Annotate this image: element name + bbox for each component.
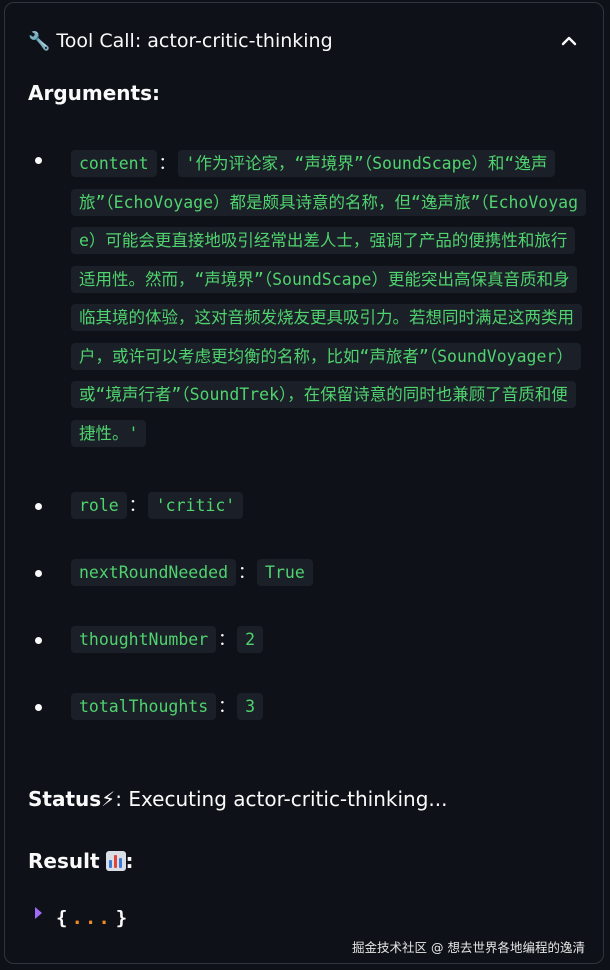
arguments-list: content： '作为评论家，“声境界”（SoundScape）和“逸声旅”（E… <box>5 145 605 722</box>
argument-key: content <box>71 150 157 177</box>
tool-call-panel: 🔧 Tool Call: actor-critic-thinking Argum… <box>4 2 604 964</box>
argument-value: 'critic' <box>147 492 244 519</box>
argument-colon: ： <box>218 697 236 717</box>
chevron-up-icon <box>561 36 577 46</box>
tool-call-header[interactable]: 🔧 Tool Call: actor-critic-thinking <box>28 27 333 55</box>
watermark: 掘金技术社区 @ 想去世界各地编程的逸清 <box>352 940 585 955</box>
result-label: Result <box>28 849 100 873</box>
lightning-icon: ⚡ <box>101 787 116 811</box>
argument-value: 2 <box>237 626 264 653</box>
argument-colon: ： <box>128 496 146 516</box>
list-bullet <box>35 503 42 510</box>
wrench-icon: 🔧 <box>28 30 51 52</box>
json-close-brace: } <box>115 907 128 929</box>
argument-key: totalThoughts <box>71 693 217 720</box>
arguments-heading: Arguments: <box>28 81 161 105</box>
argument-value: True <box>257 559 313 586</box>
argument-value: 3 <box>237 693 264 720</box>
result-heading: Result : <box>28 849 134 873</box>
list-bullet <box>35 570 42 577</box>
collapse-button[interactable] <box>557 29 581 53</box>
json-open-brace: { <box>56 907 68 929</box>
argument-key: nextRoundNeeded <box>71 559 237 586</box>
argument-colon: ： <box>238 563 256 583</box>
argument-item-role: role：'critic' <box>5 491 605 521</box>
argument-item-thought-number: thoughtNumber： 2 <box>5 625 605 655</box>
list-bullet <box>35 704 42 711</box>
result-suffix: : <box>125 849 134 873</box>
status-label: Status <box>28 787 102 811</box>
argument-colon: ： <box>158 154 176 174</box>
argument-colon: ： <box>218 630 236 650</box>
argument-item-total-thoughts: totalThoughts： 3 <box>5 692 605 722</box>
json-expand-toggle[interactable]: { ... } <box>35 907 127 929</box>
tool-call-title: Tool Call: actor-critic-thinking <box>56 30 333 52</box>
list-bullet <box>35 637 42 644</box>
status-text: : Executing actor-critic-thinking... <box>115 787 448 811</box>
caret-right-icon <box>35 907 42 919</box>
argument-item-next-round-needed: nextRoundNeeded： True <box>5 558 605 588</box>
argument-item-content: content： '作为评论家，“声境界”（SoundScape）和“逸声旅”（E… <box>5 145 605 453</box>
argument-value: '作为评论家，“声境界”（SoundScape）和“逸声旅”（EchoVoyag… <box>71 150 587 447</box>
list-bullet <box>35 157 42 164</box>
bar-chart-icon <box>105 851 126 871</box>
status-line: Status⚡: Executing actor-critic-thinking… <box>28 787 447 811</box>
argument-key: role <box>71 492 127 519</box>
argument-key: thoughtNumber <box>71 626 217 653</box>
json-ellipsis: ... <box>71 907 112 929</box>
